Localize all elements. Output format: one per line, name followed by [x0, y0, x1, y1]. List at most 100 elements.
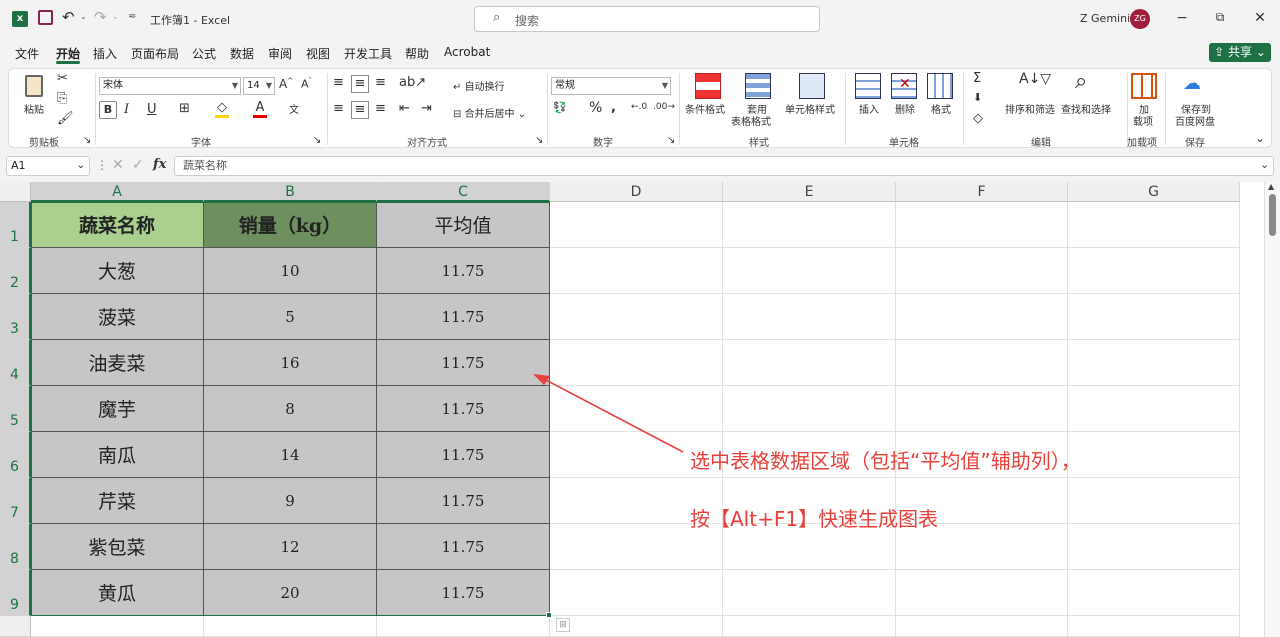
number-format-select[interactable]: 常规 ▼	[551, 77, 671, 95]
align-middle-icon[interactable]: ≡	[351, 75, 369, 93]
cell-sales[interactable]: 9	[204, 478, 377, 524]
cell-average[interactable]: 11.75	[377, 248, 550, 294]
user-name[interactable]: Z Gemini	[1080, 12, 1130, 25]
search-box[interactable]: ⌕ 搜索	[474, 6, 820, 32]
cell[interactable]	[1068, 340, 1240, 386]
cell[interactable]	[1068, 202, 1240, 248]
cell[interactable]	[204, 616, 377, 637]
undo-dropdown-icon[interactable]: ⌄	[80, 12, 87, 21]
menu-help[interactable]: 帮助	[405, 45, 429, 62]
decrease-decimal-icon[interactable]: .00→	[653, 102, 675, 112]
wrap-text-button[interactable]: ↵ 自动换行	[453, 78, 505, 93]
cell[interactable]	[377, 616, 550, 637]
cell-average[interactable]: 11.75	[377, 386, 550, 432]
cell[interactable]	[1068, 616, 1240, 637]
worksheet[interactable]: ABCDEFG 123456789 蔬菜名称 销量（kg） 平均值 大葱 10 11.75…	[0, 182, 1280, 637]
row-header-8[interactable]: 8	[0, 524, 31, 570]
cell[interactable]	[896, 386, 1068, 432]
column-header-d[interactable]: D	[550, 182, 723, 202]
cell[interactable]	[1068, 478, 1240, 524]
sort-filter-button[interactable]: 排序和筛选	[1005, 101, 1055, 116]
number-launcher-icon[interactable]: ↘	[667, 135, 675, 146]
cell-average[interactable]: 11.75	[377, 340, 550, 386]
row-header-9[interactable]: 9	[0, 570, 31, 616]
cell[interactable]	[1068, 570, 1240, 616]
font-launcher-icon[interactable]: ↘	[313, 135, 321, 146]
scroll-up-icon[interactable]: ▲	[1268, 182, 1274, 191]
cell[interactable]	[1068, 432, 1240, 478]
cell[interactable]	[723, 340, 896, 386]
orientation-icon[interactable]: ab↗	[399, 75, 426, 90]
cell-average[interactable]: 11.75	[377, 570, 550, 616]
cell-vegetable[interactable]: 芹菜	[31, 478, 204, 524]
menu-formulas[interactable]: 公式	[192, 45, 216, 62]
menu-file[interactable]: 文件	[15, 45, 39, 62]
clipboard-launcher-icon[interactable]: ↘	[83, 135, 91, 146]
cell[interactable]	[1068, 386, 1240, 432]
menu-developer[interactable]: 开发工具	[344, 45, 392, 62]
cell-sales[interactable]: 20	[204, 570, 377, 616]
cell[interactable]	[550, 294, 723, 340]
more-options-icon[interactable]: ⋮	[96, 158, 108, 172]
cell[interactable]	[896, 340, 1068, 386]
align-bottom-icon[interactable]: ≡	[375, 75, 386, 90]
menu-page-layout[interactable]: 页面布局	[131, 45, 179, 62]
column-header-b[interactable]: B	[204, 182, 377, 202]
menu-data[interactable]: 数据	[230, 45, 254, 62]
cell-average[interactable]: 11.75	[377, 478, 550, 524]
row-header-next[interactable]	[0, 616, 31, 637]
save-icon[interactable]	[38, 10, 53, 25]
fill-color-icon[interactable]: ◇	[215, 100, 229, 118]
format-as-table-label-2[interactable]: 表格格式	[731, 113, 771, 128]
addins-label-2[interactable]: 载项	[1133, 113, 1153, 128]
formula-input[interactable]: 蔬菜名称	[174, 156, 1274, 176]
decrease-font-icon[interactable]: Aˇ	[301, 77, 312, 91]
column-header-e[interactable]: E	[723, 182, 896, 202]
cancel-icon[interactable]: ✕	[112, 157, 124, 173]
cell[interactable]	[550, 570, 723, 616]
align-top-icon[interactable]: ≡	[333, 75, 344, 90]
cell-vegetable[interactable]: 紫包菜	[31, 524, 204, 570]
font-name-select[interactable]: 宋体 ▼	[99, 77, 241, 95]
copy-icon[interactable]: ⎘	[57, 91, 67, 106]
font-color-icon[interactable]: A	[253, 100, 267, 118]
redo-icon[interactable]: ↷	[94, 8, 107, 26]
cell[interactable]	[896, 294, 1068, 340]
row-header-1[interactable]: 1	[0, 202, 31, 248]
cell-sales[interactable]: 8	[204, 386, 377, 432]
enter-icon[interactable]: ✓	[132, 157, 144, 173]
italic-icon[interactable]: I	[124, 102, 129, 117]
cell[interactable]	[896, 616, 1068, 637]
restore-icon[interactable]: ⧉	[1210, 10, 1230, 25]
menu-insert[interactable]: 插入	[93, 45, 117, 62]
comma-style-icon[interactable]: ,	[611, 100, 616, 115]
percent-icon[interactable]: %	[589, 100, 602, 116]
align-left-icon[interactable]: ≡	[333, 101, 344, 116]
cell-vegetable[interactable]: 大葱	[31, 248, 204, 294]
indent-decrease-icon[interactable]: ⇤	[399, 101, 410, 116]
align-right-icon[interactable]: ≡	[375, 101, 386, 116]
cell-sales[interactable]: 16	[204, 340, 377, 386]
vertical-scrollbar[interactable]: ▲	[1264, 182, 1280, 637]
avatar[interactable]: ZG	[1130, 9, 1150, 29]
scroll-thumb[interactable]	[1269, 194, 1276, 236]
cell-vegetable[interactable]: 油麦菜	[31, 340, 204, 386]
column-header-f[interactable]: F	[896, 182, 1068, 202]
insert-cells-button[interactable]: 插入	[859, 101, 879, 116]
cell-sales[interactable]: 10	[204, 248, 377, 294]
row-header-2[interactable]: 2	[0, 248, 31, 294]
fill-handle[interactable]	[546, 612, 552, 618]
menu-view[interactable]: 视图	[306, 45, 330, 62]
undo-icon[interactable]: ↶	[62, 8, 75, 26]
cell[interactable]	[896, 570, 1068, 616]
cell[interactable]	[896, 202, 1068, 248]
indent-increase-icon[interactable]: ⇥	[421, 101, 432, 116]
column-header-c[interactable]: C	[377, 182, 550, 202]
merge-center-button[interactable]: ⊟ 合并后居中 ⌄	[453, 105, 526, 120]
font-size-select[interactable]: 14 ▼	[243, 77, 275, 95]
menu-home[interactable]: 开始	[56, 45, 80, 62]
cell[interactable]	[723, 294, 896, 340]
cell[interactable]	[550, 248, 723, 294]
cell-vegetable[interactable]: 南瓜	[31, 432, 204, 478]
row-header-7[interactable]: 7	[0, 478, 31, 524]
